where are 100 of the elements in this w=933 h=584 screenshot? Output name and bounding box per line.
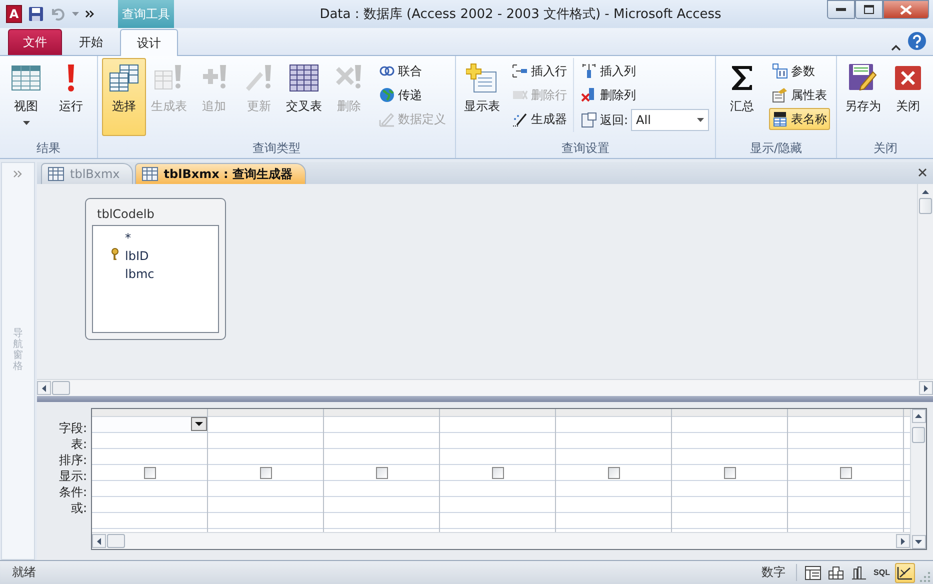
scroll-up-icon[interactable] [922,190,929,194]
ribbon-button[interactable]: 关闭 [886,58,930,136]
caret-icon [697,118,704,122]
ribbon-button[interactable]: 运行 [49,58,93,136]
field-name[interactable]: * [125,231,131,245]
down-arrow-icon [915,540,922,544]
close-icon[interactable] [918,168,927,177]
pivot-table-icon [828,566,844,580]
group-label: 关闭 [872,140,899,157]
ribbon-button[interactable]: 删除列 [578,84,710,106]
horizontal-scrollbar[interactable] [92,532,910,549]
grid-cell[interactable] [324,465,439,481]
ribbon-button[interactable]: 交叉表 [282,58,326,136]
grid-cell[interactable] [208,465,323,481]
caret-icon[interactable] [72,12,79,16]
column-selector[interactable] [672,409,787,417]
resize-grip[interactable] [919,570,931,582]
app-icon: A [6,5,22,23]
grid-cell[interactable] [556,465,671,481]
collapse-ribbon-icon[interactable] [891,44,901,51]
column-selector[interactable] [788,409,903,417]
ribbon-tab[interactable]: 文件 [8,29,62,55]
show-checkbox[interactable] [840,466,852,478]
dropdown-button[interactable] [191,417,207,431]
field-list[interactable]: tblCodelb * lbID lbmc [85,198,226,340]
horizontal-scrollbar[interactable] [37,379,933,396]
scroll-thumb[interactable] [919,198,932,214]
view-button[interactable]: SQL [872,562,892,582]
navigation-pane-label: 导航窗格 [13,328,23,372]
ribbon-tab[interactable]: 设计 [120,29,178,56]
ribbon-button[interactable]: 插入行 [509,60,570,82]
grid-cell[interactable] [440,465,555,481]
field-name[interactable]: lbmc [125,267,154,281]
ribbon-button[interactable]: 生成器 [509,108,570,130]
delete-column-icon [581,87,597,103]
scroll-thumb[interactable] [912,427,925,443]
globe-icon [379,87,395,103]
view-button[interactable] [895,562,915,582]
grid-cell[interactable] [92,465,207,481]
scroll-left-button[interactable] [37,381,51,395]
ribbon-button[interactable]: 联合 [376,60,449,82]
left-arrow-icon [42,384,46,392]
column-selector[interactable] [556,409,671,417]
ribbon-button[interactable]: 选择 [102,58,146,136]
row-label: 或: [70,500,87,516]
exclamation-icon [66,62,76,94]
ribbon-button[interactable]: 汇总 [720,58,764,136]
show-checkbox[interactable] [492,466,504,478]
ribbon-button[interactable]: 显示表 [460,58,504,136]
grid-cell[interactable] [92,417,207,433]
ribbon-button[interactable]: 视图 [4,58,48,136]
row-label: 表: [70,436,87,452]
ribbon-button[interactable]: 插入列 [578,60,710,82]
show-checkbox[interactable] [376,466,388,478]
column-selector[interactable] [324,409,439,417]
ribbon-tab[interactable]: 开始 [62,29,120,55]
ribbon-button[interactable]: 另存为 [841,58,886,136]
form-icon [804,566,821,580]
return-dropdown[interactable]: All [631,109,710,131]
undo-icon[interactable] [50,6,66,22]
restore-icon [864,5,874,14]
insert-row-icon [512,63,528,79]
help-icon[interactable] [907,31,927,51]
ribbon-button[interactable]: 属性表 [769,84,830,106]
expand-icon[interactable] [13,170,23,178]
row-label: 条件: [58,484,87,500]
vertical-scrollbar[interactable] [917,184,933,379]
save-icon[interactable] [28,6,44,22]
show-checkbox[interactable] [144,466,156,478]
show-checkbox[interactable] [260,466,272,478]
parameters-icon [772,63,788,79]
column-selector[interactable] [440,409,555,417]
show-checkbox[interactable] [724,466,736,478]
document-tab[interactable]: tblBxmx : 查询生成器 [134,163,306,184]
scroll-up-button[interactable] [912,409,926,423]
scroll-thumb[interactable] [52,381,70,395]
left-arrow-icon [97,538,101,544]
table-icon [142,167,158,181]
restore-button[interactable] [855,0,883,19]
close-icon [900,4,912,14]
ribbon-button[interactable]: 表名称 [769,108,830,130]
ribbon-button[interactable]: 参数 [769,60,830,82]
field-name[interactable]: lbID [125,249,149,263]
group-label: 查询类型 [252,140,302,157]
ribbon-button[interactable]: 传递 [376,84,449,106]
scroll-left-button[interactable] [92,534,106,548]
close-button[interactable] [883,0,929,19]
scroll-right-button[interactable] [919,381,933,395]
grid-cell[interactable] [788,465,903,481]
scroll-right-button[interactable] [896,534,910,548]
column-selector[interactable] [904,409,910,417]
vertical-scrollbar[interactable] [910,409,926,549]
scroll-thumb[interactable] [107,534,125,548]
grid-cell[interactable] [672,465,787,481]
row-label: 排序: [58,452,87,468]
customize-icon[interactable] [85,10,95,18]
scroll-down-button[interactable] [912,535,926,549]
minimize-button[interactable] [827,0,855,19]
wand-icon [512,111,528,127]
show-checkbox[interactable] [608,466,620,478]
